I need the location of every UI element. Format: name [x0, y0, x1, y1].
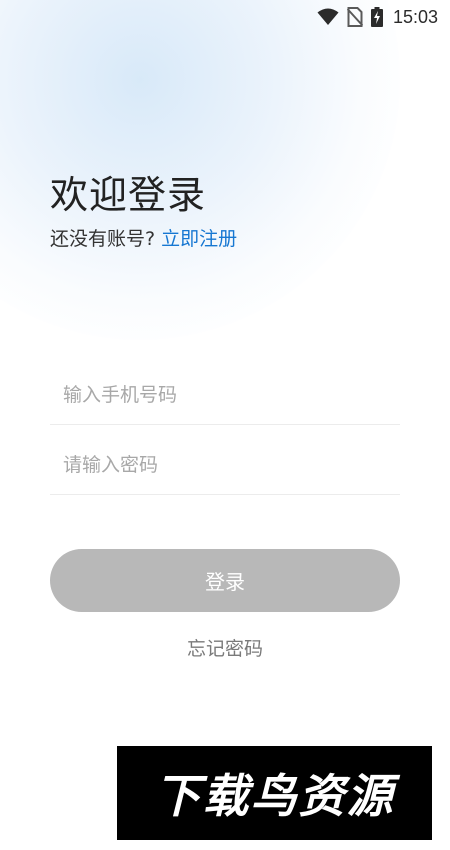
- no-account-text: 还没有账号?: [50, 228, 156, 250]
- register-link[interactable]: 立即注册: [161, 224, 237, 251]
- register-prompt: 还没有账号? 立即注册: [50, 224, 237, 251]
- login-screen: 15:03 欢迎登录 还没有账号? 立即注册 登录 忘记密码 下载鸟资源: [0, 0, 450, 850]
- password-input[interactable]: [50, 453, 400, 476]
- forgot-password-link[interactable]: 忘记密码: [0, 634, 450, 661]
- password-field-container: [50, 435, 400, 495]
- status-time: 15:03: [392, 6, 438, 27]
- login-button[interactable]: 登录: [50, 549, 400, 612]
- phone-field-container: [50, 365, 400, 425]
- watermark-logo: 下载鸟资源: [117, 746, 432, 840]
- battery-charging-icon: [370, 7, 383, 27]
- phone-input[interactable]: [50, 383, 400, 406]
- wifi-icon: [317, 8, 339, 26]
- no-sim-icon: [346, 7, 363, 27]
- page-title: 欢迎登录: [50, 173, 207, 217]
- watermark-text: 下载鸟资源: [154, 769, 395, 823]
- status-bar: 15:03: [0, 0, 450, 34]
